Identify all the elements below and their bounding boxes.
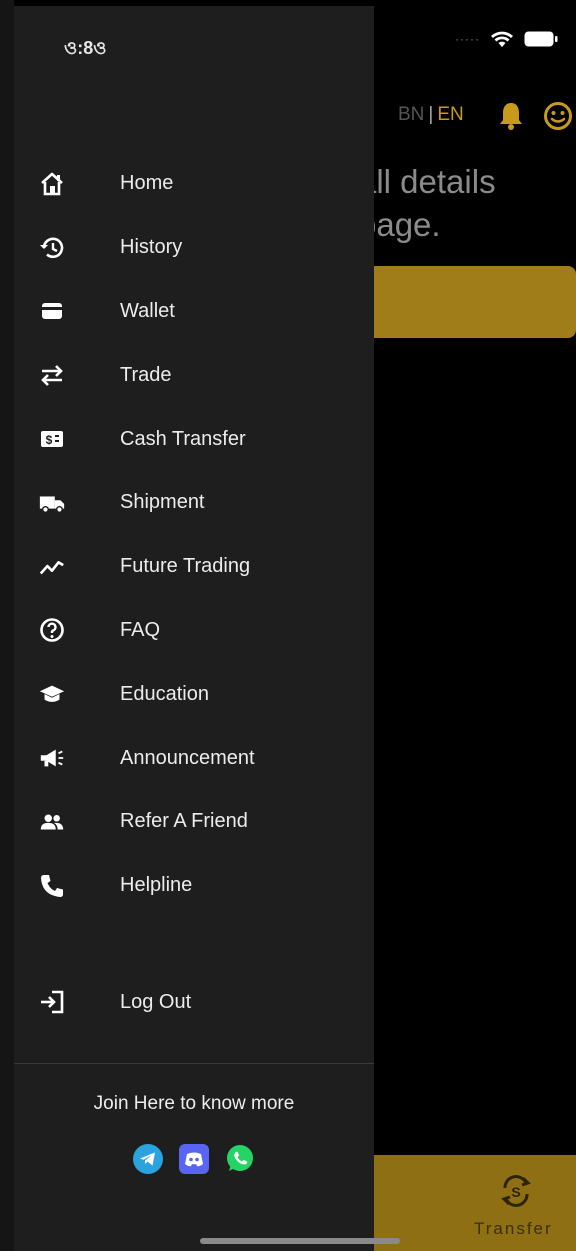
menu-item-refer-a-friend[interactable]: Refer A Friend [14, 790, 374, 854]
svg-text:S: S [511, 1184, 520, 1200]
history-icon [38, 234, 66, 262]
graduation-cap-icon [38, 680, 66, 708]
menu-item-home[interactable]: Home [14, 152, 374, 216]
menu-label: Shipment [120, 491, 205, 514]
svg-text:$: $ [46, 433, 53, 447]
signal-icon: ····· [455, 32, 480, 46]
background-message: all details page. [358, 160, 496, 246]
background-message-line2: page. [358, 206, 441, 243]
drawer-menu: Home History Wallet Trade $ Cash Transfe… [14, 152, 374, 918]
menu-label: FAQ [120, 618, 161, 641]
drawer-divider [14, 1063, 374, 1064]
profile-face-icon[interactable] [543, 101, 573, 131]
menu-label: Home [120, 172, 174, 195]
home-indicator [200, 1238, 400, 1244]
language-switcher[interactable]: BN | EN [398, 104, 464, 126]
logout-button[interactable]: Log Out [14, 970, 374, 1034]
trending-icon [38, 553, 66, 581]
wallet-icon [38, 297, 66, 325]
discord-icon[interactable] [178, 1143, 210, 1175]
menu-item-cash-transfer[interactable]: $ Cash Transfer [14, 407, 374, 471]
menu-item-trade[interactable]: Trade [14, 343, 374, 407]
cash-transfer-icon: $ [38, 425, 66, 453]
screen-edge [0, 0, 14, 1251]
phone-icon [38, 872, 66, 900]
menu-item-history[interactable]: History [14, 216, 374, 280]
logout-icon [38, 988, 66, 1016]
menu-label: Future Trading [120, 555, 251, 578]
lang-bn[interactable]: BN [398, 104, 424, 126]
status-indicators: ····· [455, 30, 558, 48]
navigation-drawer: ও:8ও Home History Wallet Trade $ Cash Tr… [14, 6, 374, 1251]
bell-icon[interactable] [498, 101, 524, 131]
transfer-icon[interactable]: S [497, 1172, 535, 1210]
menu-label: Announcement [120, 746, 255, 769]
home-icon [38, 170, 66, 198]
whatsapp-icon[interactable] [224, 1143, 256, 1175]
menu-item-faq[interactable]: FAQ [14, 599, 374, 663]
battery-icon [524, 31, 558, 47]
menu-item-shipment[interactable]: Shipment [14, 471, 374, 535]
status-time: ও:8ও [64, 38, 107, 58]
menu-item-education[interactable]: Education [14, 662, 374, 726]
menu-label: Education [120, 682, 209, 705]
menu-label: History [120, 236, 183, 259]
telegram-icon[interactable] [132, 1143, 164, 1175]
menu-label: Refer A Friend [120, 810, 248, 833]
join-text: Join Here to know more [93, 1093, 295, 1114]
trade-icon [38, 361, 66, 389]
app-screen: ····· BN | EN all details page. S Transf… [0, 0, 576, 1251]
social-links [132, 1143, 256, 1175]
menu-item-future-trading[interactable]: Future Trading [14, 535, 374, 599]
truck-icon [38, 489, 66, 517]
background-message-line1: all details [358, 163, 496, 200]
lang-en[interactable]: EN [437, 104, 463, 126]
help-icon [38, 616, 66, 644]
menu-label: Cash Transfer [120, 427, 246, 450]
logout-label: Log Out [120, 990, 192, 1013]
megaphone-icon [38, 744, 66, 772]
wifi-icon [491, 31, 513, 47]
tab-transfer-label[interactable]: Transfer [474, 1219, 553, 1239]
menu-item-wallet[interactable]: Wallet [14, 280, 374, 344]
menu-label: Helpline [120, 874, 193, 897]
menu-label: Wallet [120, 299, 175, 322]
menu-label: Trade [120, 363, 172, 386]
menu-item-announcement[interactable]: Announcement [14, 726, 374, 790]
lang-separator: | [428, 104, 434, 125]
menu-item-helpline[interactable]: Helpline [14, 854, 374, 918]
people-icon [38, 808, 66, 836]
